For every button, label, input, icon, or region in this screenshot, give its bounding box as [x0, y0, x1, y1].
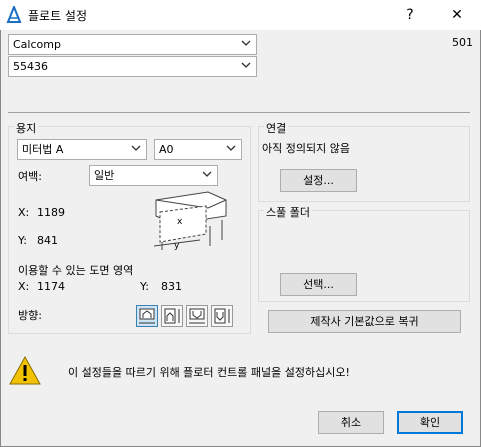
printable-x-label: X:: [18, 280, 30, 293]
orientation-portrait-1[interactable]: [161, 305, 183, 327]
cancel-button[interactable]: 취소: [318, 411, 384, 434]
portrait-house-icon: [164, 308, 180, 324]
warning-message: 이 설정들을 따르기 위해 플로터 컨트롤 패널을 설정하십시오!: [68, 366, 350, 379]
printable-y-value: 831: [161, 280, 182, 293]
orientation-portrait-2[interactable]: [211, 305, 233, 327]
paper-group-label: 용지: [14, 120, 39, 136]
portrait-house-rotated-icon: [214, 308, 230, 324]
margin-select[interactable]: 일반: [89, 165, 218, 186]
spool-folder-group-label: 스풀 폴더: [264, 204, 312, 220]
chevron-down-icon: [241, 40, 251, 46]
printable-area-label: 이용할 수 있는 도면 영역: [18, 264, 134, 277]
title-bar[interactable]: 플로트 설정 ? ✕: [0, 0, 481, 30]
connection-setup-button[interactable]: 설정...: [280, 169, 357, 192]
reset-defaults-button[interactable]: 제작사 기본값으로 복귀: [268, 310, 461, 333]
landscape-house-rotated-icon: [189, 308, 205, 324]
connection-status: 아직 정의되지 않음: [262, 142, 350, 155]
paper-x-value: 1189: [37, 206, 65, 219]
chevron-down-icon: [226, 145, 236, 151]
svg-text:x: x: [177, 217, 183, 227]
printer-select[interactable]: Calcomp: [8, 34, 257, 55]
warning-icon: [9, 356, 41, 385]
chevron-down-icon: [241, 62, 251, 68]
printable-y-label: Y:: [140, 280, 149, 293]
window-title: 플로트 설정: [28, 9, 88, 23]
app-icon: [6, 6, 22, 23]
help-button[interactable]: ?: [390, 3, 430, 27]
close-button[interactable]: ✕: [437, 3, 477, 27]
ok-button[interactable]: 확인: [397, 411, 463, 434]
size-select[interactable]: A0: [154, 139, 242, 160]
paper-x-label: X:: [18, 206, 30, 219]
paper-y-value: 841: [37, 234, 58, 247]
margin-label: 여백:: [18, 170, 42, 183]
orientation-landscape-1[interactable]: [136, 305, 158, 327]
code-label: 501: [452, 36, 473, 49]
paper-y-label: Y:: [18, 234, 27, 247]
orientation-label: 방향:: [18, 309, 42, 322]
chevron-down-icon: [131, 145, 141, 151]
orientation-landscape-2[interactable]: [186, 305, 208, 327]
printable-x-value: 1174: [37, 280, 65, 293]
spool-select-button[interactable]: 선택...: [280, 273, 357, 296]
connection-group-label: 연결: [264, 120, 289, 136]
plotter-illustration-icon: y x: [153, 191, 227, 251]
unit-select[interactable]: 미터법 A: [17, 139, 147, 160]
svg-text:y: y: [174, 241, 180, 251]
model-select[interactable]: 55436: [8, 56, 257, 77]
separator: [8, 112, 470, 113]
chevron-down-icon: [202, 171, 212, 177]
landscape-house-icon: [139, 308, 155, 324]
